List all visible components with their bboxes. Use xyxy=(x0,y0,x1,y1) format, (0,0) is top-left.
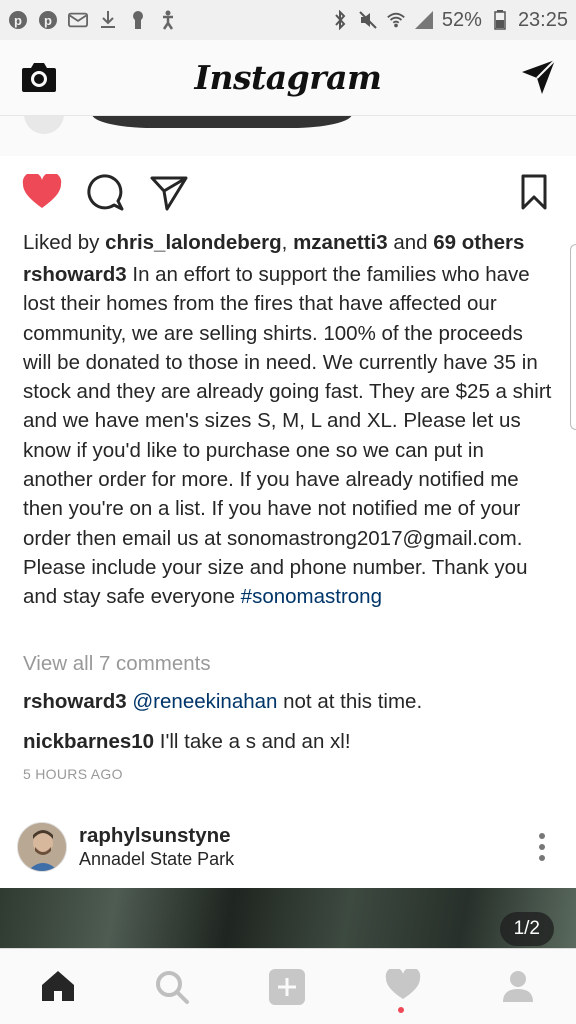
post-actions xyxy=(0,168,576,220)
clock: 23:25 xyxy=(517,8,568,31)
likes-and: and xyxy=(387,231,434,254)
activity-heart-icon[interactable] xyxy=(385,967,421,1006)
liker-link[interactable]: chris_lalondeberg xyxy=(105,231,282,254)
likes-line: Liked by chris_lalondeberg, mzanetti3 an… xyxy=(23,228,553,257)
download-icon xyxy=(98,10,118,30)
post-photo[interactable]: 1/2 xyxy=(0,888,576,948)
battery-icon xyxy=(490,10,510,30)
post-author-username[interactable]: raphylsunstyne xyxy=(79,824,231,848)
likes-prefix: Liked by xyxy=(23,231,106,254)
bottom-navigation xyxy=(0,948,576,1024)
bookmark-icon[interactable] xyxy=(520,174,548,215)
comment-item: rshoward3 @reneekinahan not at this time… xyxy=(23,690,422,714)
comment-mention[interactable]: @reneekinahan xyxy=(132,690,277,713)
comment-username[interactable]: nickbarnes10 xyxy=(23,730,154,753)
profile-icon[interactable] xyxy=(500,969,536,1008)
bluetooth-icon xyxy=(330,10,350,30)
search-icon[interactable] xyxy=(154,969,190,1010)
more-options-icon[interactable] xyxy=(538,832,546,867)
hashtag-link[interactable]: #sonomastrong xyxy=(241,585,382,608)
notification-dot xyxy=(398,1007,404,1013)
battery-percent: 52% xyxy=(441,8,482,31)
comment-item: nickbarnes10 I'll take a s and an xl! xyxy=(23,730,351,754)
share-icon[interactable] xyxy=(149,174,189,217)
signal-icon xyxy=(414,10,434,30)
wifi-icon xyxy=(386,10,406,30)
previous-post-remnant xyxy=(0,116,576,156)
svg-text:p: p xyxy=(14,13,22,28)
previous-post-avatar xyxy=(24,116,64,134)
caption-text: In an effort to support the families who… xyxy=(23,263,552,609)
previous-post-image xyxy=(92,116,352,128)
app-header: Instagram xyxy=(0,40,576,116)
comment-username[interactable]: rshoward3 xyxy=(23,690,127,713)
liker-link[interactable]: mzanetti3 xyxy=(293,231,388,254)
instagram-logo: Instagram xyxy=(194,58,382,97)
likes-separator: , xyxy=(281,231,294,254)
mute-icon xyxy=(358,10,378,30)
status-bar: p p 52% 23:25 xyxy=(0,0,576,40)
pinterest-icon: p xyxy=(38,10,58,30)
direct-message-icon[interactable] xyxy=(520,58,558,101)
pinterest-icon: p xyxy=(8,10,28,30)
home-icon[interactable] xyxy=(40,969,76,1008)
mail-icon xyxy=(68,10,88,30)
avatar[interactable] xyxy=(17,822,67,872)
heart-filled-icon[interactable] xyxy=(22,172,62,215)
likes-others-link[interactable]: 69 others xyxy=(433,231,524,254)
comment-text: I'll take a s and an xl! xyxy=(154,730,351,753)
new-post-icon[interactable] xyxy=(268,969,306,1010)
accessibility-icon xyxy=(158,10,178,30)
keyhole-icon xyxy=(128,10,148,30)
comment-text: not at this time. xyxy=(277,690,423,713)
comment-icon[interactable] xyxy=(87,174,125,217)
post-timestamp: 5 HOURS AGO xyxy=(23,766,123,782)
carousel-counter: 1/2 xyxy=(499,912,554,946)
caption-username[interactable]: rshoward3 xyxy=(23,263,127,286)
svg-text:p: p xyxy=(44,13,52,28)
post-caption: rshoward3 In an effort to support the fa… xyxy=(23,260,553,612)
post-location[interactable]: Annadel State Park xyxy=(79,849,234,870)
next-post-header: raphylsunstyne Annadel State Park xyxy=(0,818,576,878)
scroll-indicator xyxy=(570,244,576,430)
view-all-comments-link[interactable]: View all 7 comments xyxy=(23,652,211,676)
